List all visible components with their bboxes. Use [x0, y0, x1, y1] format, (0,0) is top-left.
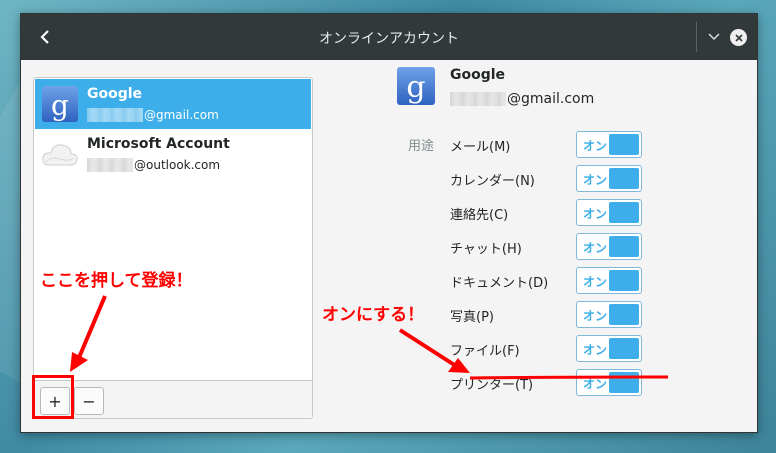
- photos-toggle[interactable]: オン: [576, 301, 642, 328]
- toggle-knob: [609, 168, 639, 189]
- service-label: ファイル(F): [450, 344, 520, 359]
- service-row-chat: チャット(H) オン: [450, 233, 680, 261]
- close-icon: [734, 33, 743, 42]
- annotation-highlight-box: [32, 375, 74, 419]
- account-email: @gmail.com: [87, 108, 219, 122]
- service-label: プリンター(T): [450, 378, 534, 393]
- close-button[interactable]: [730, 29, 747, 46]
- toggle-knob: [609, 304, 639, 325]
- remove-account-button[interactable]: −: [74, 387, 104, 415]
- toggle-state: オン: [583, 275, 608, 289]
- calendar-toggle[interactable]: オン: [576, 165, 642, 192]
- usage-label: 用途: [408, 139, 435, 154]
- chat-toggle[interactable]: オン: [576, 233, 642, 260]
- service-row-mail: メール(M) オン: [450, 131, 680, 159]
- service-label: カレンダー(N): [450, 174, 535, 189]
- service-label: メール(M): [450, 140, 511, 155]
- svg-text:g: g: [51, 89, 69, 122]
- cloud-icon: [42, 144, 78, 166]
- account-email: @outlook.com: [87, 158, 220, 172]
- toggle-knob: [609, 338, 639, 359]
- service-row-files: ファイル(F) オン: [450, 335, 680, 363]
- svg-text:g: g: [406, 70, 425, 105]
- toggle-knob: [609, 134, 639, 155]
- account-list-panel: g Google @gmail.com Microsoft Account @o…: [33, 77, 313, 419]
- service-label: 写真(P): [450, 310, 494, 325]
- account-toolbar: + −: [34, 380, 312, 418]
- window-title: オンラインアカウント: [319, 31, 459, 47]
- service-label: チャット(H): [450, 242, 522, 257]
- annotation-register-hint: ここを押して登録！: [40, 271, 193, 291]
- toggle-state: オン: [583, 139, 608, 153]
- google-icon: g: [397, 67, 435, 105]
- toggle-state: オン: [583, 309, 608, 323]
- service-row-printers: プリンター(T) オン: [450, 369, 680, 397]
- service-row-calendar: カレンダー(N) オン: [450, 165, 680, 193]
- toggle-state: オン: [583, 207, 608, 221]
- service-label: ドキュメント(D): [450, 276, 549, 291]
- toggle-knob: [609, 372, 639, 393]
- mail-toggle[interactable]: オン: [576, 131, 642, 158]
- toggle-state: オン: [583, 173, 608, 187]
- detail-account-email: @gmail.com: [450, 91, 594, 107]
- account-item-microsoft[interactable]: Microsoft Account @outlook.com: [35, 129, 311, 179]
- account-name: Microsoft Account: [87, 136, 230, 152]
- chevron-down-icon: [708, 33, 720, 41]
- menu-button[interactable]: [703, 26, 725, 48]
- toggle-knob: [609, 202, 639, 223]
- account-item-google[interactable]: g Google @gmail.com: [35, 79, 311, 129]
- service-row-documents: ドキュメント(D) オン: [450, 267, 680, 295]
- printers-toggle[interactable]: オン: [576, 369, 642, 396]
- title-separator: [696, 22, 697, 52]
- documents-toggle[interactable]: オン: [576, 267, 642, 294]
- toggle-state: オン: [583, 241, 608, 255]
- toggle-knob: [609, 270, 639, 291]
- toggle-state: オン: [583, 377, 608, 391]
- service-row-contacts: 連絡先(C) オン: [450, 199, 680, 227]
- toggle-knob: [609, 236, 639, 257]
- contacts-toggle[interactable]: オン: [576, 199, 642, 226]
- detail-account-name: Google: [450, 67, 506, 83]
- files-toggle[interactable]: オン: [576, 335, 642, 362]
- account-name: Google: [87, 86, 143, 102]
- annotation-turn-on-hint: オンにする！: [322, 305, 425, 325]
- title-bar: オンラインアカウント: [21, 14, 757, 60]
- toggle-state: オン: [583, 343, 608, 357]
- google-icon: g: [42, 86, 78, 122]
- service-row-photos: 写真(P) オン: [450, 301, 680, 329]
- service-label: 連絡先(C): [450, 208, 509, 223]
